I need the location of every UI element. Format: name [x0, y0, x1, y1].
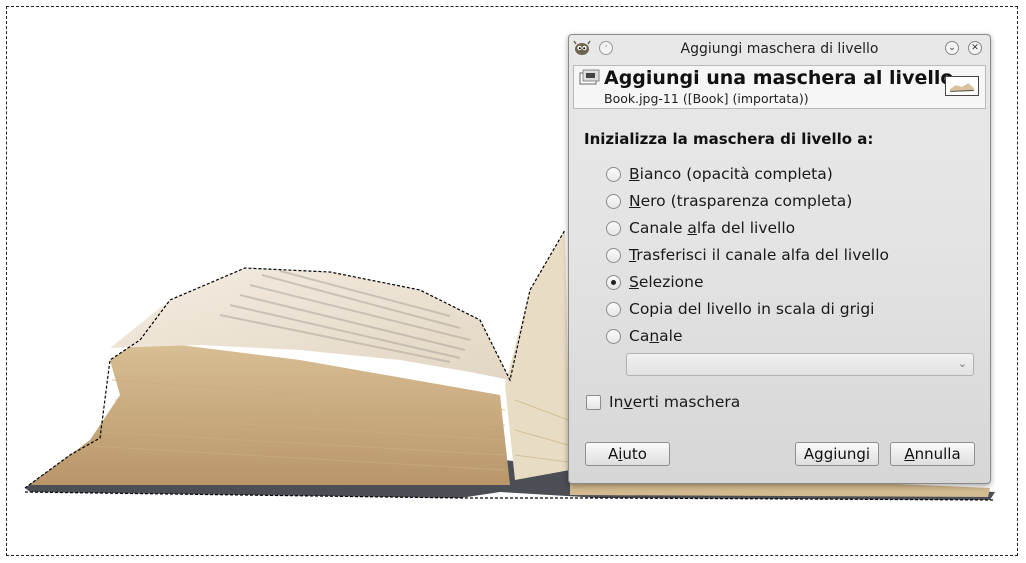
option-label: Trasferisci il canale alfa del livello [629, 246, 890, 264]
option-white[interactable]: Bianco (opacità completa) [606, 163, 833, 185]
option-transfer-alpha[interactable]: Trasferisci il canale alfa del livello [606, 244, 889, 266]
chevron-down-icon: ⌄ [957, 357, 967, 370]
option-label: Nero (trasparenza completa) [629, 192, 853, 210]
section-label: Inizializza la maschera di livello a: [584, 130, 874, 148]
option-label: Copia del livello in scala di grigi [629, 300, 875, 318]
layer-mask-icon [579, 69, 600, 85]
dialog-titlebar[interactable]: · Aggiungi maschera di livello ⌄ ✕ [569, 35, 990, 62]
dialog-header: Aggiungi una maschera al livello Book.jp… [573, 65, 986, 109]
radio-button-selected[interactable] [606, 274, 621, 290]
radio-button[interactable] [606, 193, 621, 209]
option-label: Bianco (opacità completa) [629, 165, 833, 183]
radio-button[interactable] [606, 166, 621, 182]
radio-button[interactable] [606, 220, 621, 236]
checkbox[interactable] [586, 394, 601, 410]
option-label: Canale alfa del livello [629, 219, 796, 237]
option-channel[interactable]: Canale [606, 325, 683, 347]
gimp-wilber-icon[interactable] [573, 40, 591, 56]
radio-button[interactable] [606, 247, 621, 263]
channel-combo[interactable]: ⌄ [626, 353, 974, 376]
help-button[interactable]: Aiuto [585, 442, 670, 466]
invert-mask-option[interactable]: Inverti maschera [586, 391, 740, 413]
invert-mask-label: Inverti maschera [609, 393, 741, 411]
option-black[interactable]: Nero (trasparenza completa) [606, 190, 852, 212]
close-button[interactable]: ✕ [968, 41, 982, 55]
option-label: Selezione [629, 273, 704, 291]
minimize-button[interactable]: ⌄ [945, 41, 959, 55]
window-menu-button[interactable]: · [599, 41, 613, 55]
option-grayscale-copy[interactable]: Copia del livello in scala di grigi [606, 298, 874, 320]
add-layer-mask-dialog: · Aggiungi maschera di livello ⌄ ✕ Aggiu… [568, 34, 991, 484]
option-alpha-channel[interactable]: Canale alfa del livello [606, 217, 795, 239]
add-button[interactable]: Aggiungi [795, 442, 879, 466]
layer-thumbnail [945, 76, 979, 96]
header-subtitle: Book.jpg-11 ([Book] (importata)) [604, 91, 809, 106]
window-title: Aggiungi maschera di livello [680, 40, 879, 57]
header-title: Aggiungi una maschera al livello [604, 67, 954, 89]
cancel-button[interactable]: Annulla [890, 442, 975, 466]
radio-button[interactable] [606, 301, 621, 317]
option-selection[interactable]: Selezione [606, 271, 704, 293]
option-label: Canale [629, 327, 683, 345]
radio-button[interactable] [606, 328, 621, 344]
